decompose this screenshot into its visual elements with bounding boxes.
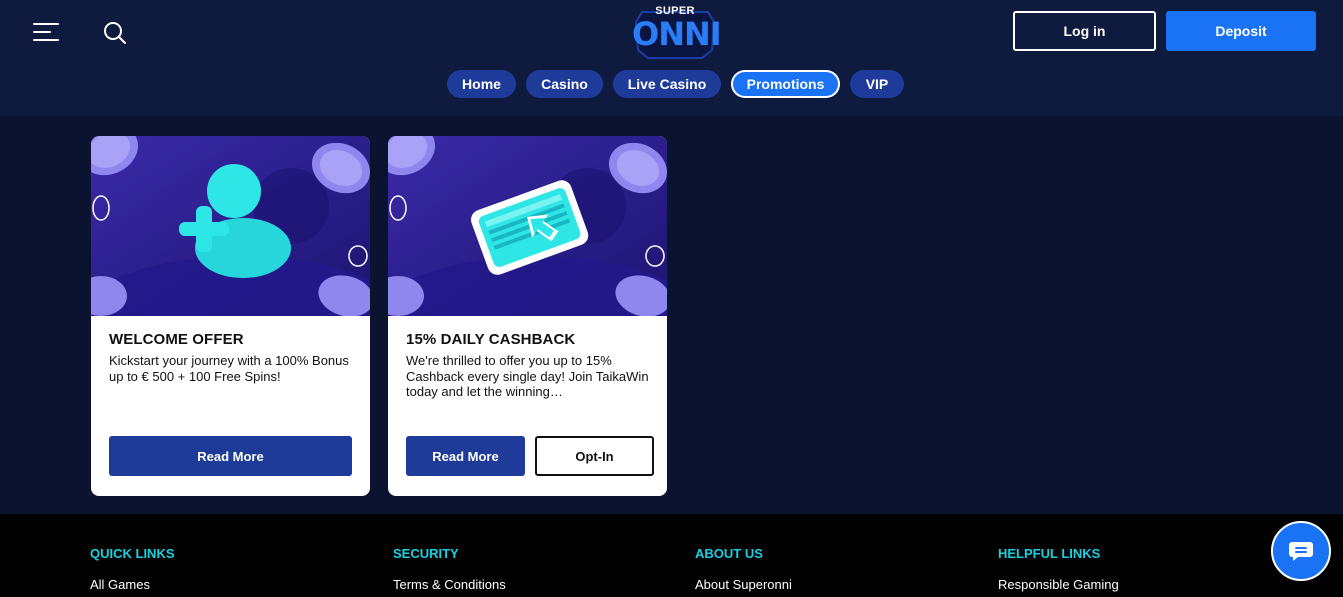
promo-title: WELCOME OFFER: [109, 331, 244, 348]
deposit-button[interactable]: Deposit: [1166, 11, 1316, 51]
footer-link-responsible-gaming[interactable]: Responsible Gaming: [998, 577, 1119, 592]
search-icon[interactable]: [102, 20, 128, 46]
site-header: SUPER ONNI Log in Deposit Home Casino Li…: [0, 0, 1343, 116]
nav-casino[interactable]: Casino: [526, 70, 603, 98]
footer-column-about-us: ABOUT US About Superonni: [695, 546, 792, 592]
promo-description: We're thrilled to offer you up to 15% Ca…: [406, 353, 649, 399]
opt-in-button[interactable]: Opt-In: [535, 436, 654, 476]
login-button[interactable]: Log in: [1013, 11, 1156, 51]
nav-vip[interactable]: VIP: [850, 70, 904, 98]
promo-card-welcome-offer: WELCOME OFFER Kickstart your journey wit…: [91, 136, 370, 496]
promo-description: Kickstart your journey with a 100% Bonus…: [109, 353, 349, 384]
footer-link-all-games[interactable]: All Games: [90, 577, 175, 592]
footer-column-security: SECURITY Terms & Conditions: [393, 546, 506, 592]
nav-live-casino[interactable]: Live Casino: [613, 70, 721, 98]
hamburger-menu-icon[interactable]: [33, 20, 61, 44]
footer-column-helpful-links: HELPFUL LINKS Responsible Gaming: [998, 546, 1119, 592]
logo-onni-text: ONNI: [632, 15, 722, 53]
promo-title: 15% DAILY CASHBACK: [406, 331, 576, 348]
footer-heading: QUICK LINKS: [90, 546, 175, 561]
site-footer: QUICK LINKS All Games SECURITY Terms & C…: [0, 514, 1343, 597]
footer-heading: SECURITY: [393, 546, 459, 561]
read-more-button[interactable]: Read More: [406, 436, 525, 476]
promo-image: [91, 136, 370, 416]
chat-icon[interactable]: [1271, 521, 1331, 581]
nav-promotions[interactable]: Promotions: [731, 70, 840, 98]
nav-home[interactable]: Home: [447, 70, 516, 98]
superonni-logo[interactable]: SUPER ONNI: [632, 2, 722, 60]
footer-heading: HELPFUL LINKS: [998, 546, 1101, 561]
footer-link-terms[interactable]: Terms & Conditions: [393, 577, 506, 592]
main-nav: Home Casino Live Casino Promotions VIP: [0, 70, 1343, 98]
footer-link-about[interactable]: About Superonni: [695, 577, 792, 592]
promo-card-daily-cashback: 15% DAILY CASHBACK We're thrilled to off…: [388, 136, 667, 496]
promo-image: [388, 136, 667, 416]
read-more-button[interactable]: Read More: [109, 436, 352, 476]
footer-heading: ABOUT US: [695, 546, 763, 561]
footer-column-quick-links: QUICK LINKS All Games: [90, 546, 175, 592]
